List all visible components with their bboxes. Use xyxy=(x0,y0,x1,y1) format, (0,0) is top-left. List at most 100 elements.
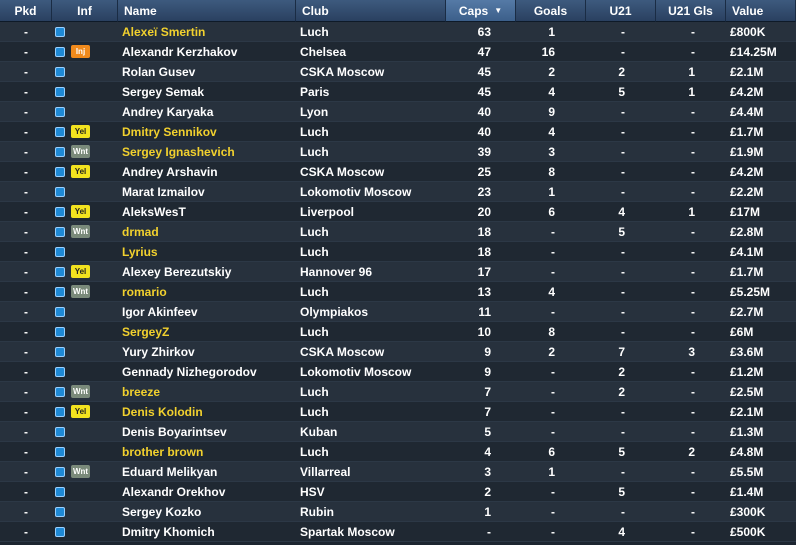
pkd-cell: - xyxy=(0,522,52,542)
table-row[interactable]: - Sergey Semak Paris 45 4 5 1 £4.2M xyxy=(0,82,796,102)
column-header-caps[interactable]: Caps ▼ xyxy=(446,0,516,22)
caps-value: 1 xyxy=(446,502,516,522)
status-badge: Yel xyxy=(71,405,90,418)
table-row[interactable]: - brother brown Luch 4 6 5 2 £4.8M xyxy=(0,442,796,462)
player-info-icon[interactable] xyxy=(55,387,65,397)
u21-goals-value: - xyxy=(656,102,726,122)
player-info-icon[interactable] xyxy=(55,267,65,277)
table-row[interactable]: - Eduard Melikyan Villarreal 3 1- - £5.5M Wnt xyxy=(0,462,796,482)
u21-caps-value: - xyxy=(586,122,656,142)
column-header-name[interactable]: Name xyxy=(118,0,296,22)
table-row[interactable]: - Alexey Berezutskiy Hannover 96 17- - - £1.7M… xyxy=(0,262,796,282)
player-info-icon[interactable] xyxy=(55,227,65,237)
column-header-goals[interactable]: Goals xyxy=(516,0,586,22)
table-row[interactable]: - Dmitry Khomich Spartak Moscow - -4- £500K xyxy=(0,522,796,542)
column-header-u21-gls[interactable]: U21 Gls xyxy=(656,0,726,22)
u21-caps-value: - xyxy=(586,282,656,302)
u21-caps-value: - xyxy=(586,462,656,482)
table-row[interactable]: - Marat Izmailov Lokomotiv Moscow 23 1- - £2.2… xyxy=(0,182,796,202)
player-info-icon[interactable] xyxy=(55,527,65,537)
u21-caps-value: 7 xyxy=(586,342,656,362)
u21-caps-value: - xyxy=(586,502,656,522)
player-value: £1.4M xyxy=(726,482,796,502)
table-row[interactable]: - Lyrius Luch 18- - - £4.1M xyxy=(0,242,796,262)
table-row[interactable]: - romario Luch 13 4- - £5.25M Wnt xyxy=(0,282,796,302)
column-header-pkd[interactable]: Pkd xyxy=(0,0,52,22)
u21-caps-value: 5 xyxy=(586,442,656,462)
player-info-icon[interactable] xyxy=(55,287,65,297)
table-row[interactable]: - Gennady Nizhegorodov Lokomotiv Moscow 9-2… xyxy=(0,362,796,382)
u21-caps-value: - xyxy=(586,22,656,42)
player-info-icon[interactable] xyxy=(55,27,65,37)
club-name: Luch xyxy=(296,22,446,42)
pkd-cell: - xyxy=(0,182,52,202)
table-row[interactable]: - Andrey Arshavin CSKA Moscow 25 8- - £4.2M Yel xyxy=(0,162,796,182)
table-row[interactable]: - Dmitry Sennikov Luch 40 4- - £1.7M Yel xyxy=(0,122,796,142)
table-row[interactable]: - Igor Akinfeev Olympiakos 11- - - £2.7M xyxy=(0,302,796,322)
player-info-icon[interactable] xyxy=(55,447,65,457)
club-name: CSKA Moscow xyxy=(296,342,446,362)
caps-value: 17 xyxy=(446,262,516,282)
caps-value: 13 xyxy=(446,282,516,302)
column-header-club[interactable]: Club xyxy=(296,0,446,22)
player-name: Dmitry Sennikov xyxy=(118,122,296,142)
player-info-icon[interactable] xyxy=(55,207,65,217)
player-info-icon[interactable] xyxy=(55,67,65,77)
status-badge: Wnt xyxy=(71,385,90,398)
player-info-icon[interactable] xyxy=(55,167,65,177)
table-row[interactable]: - Alexandr Orekhov HSV 2-5- £1.4M xyxy=(0,482,796,502)
player-info-icon[interactable] xyxy=(55,247,65,257)
column-header-value[interactable]: Value xyxy=(726,0,796,22)
table-row[interactable]: - Sergey Ignashevich Luch 39 3- - £1.9M Wnt xyxy=(0,142,796,162)
u21-goals-value: - xyxy=(656,122,726,142)
column-header-label: Name xyxy=(124,3,157,18)
table-row[interactable]: - drmad Luch 18-5- £2.8M Wnt xyxy=(0,222,796,242)
u21-goals-value: - xyxy=(656,222,726,242)
player-info-icon[interactable] xyxy=(55,187,65,197)
table-row[interactable]: - Denis Boyarintsev Kuban 5- - - £1.3M xyxy=(0,422,796,442)
player-info-icon[interactable] xyxy=(55,327,65,337)
table-row[interactable]: - Alexandr Kerzhakov Chelsea 47 16- - £14.25M I… xyxy=(0,42,796,62)
info-cell xyxy=(52,302,118,322)
info-cell: Wnt xyxy=(52,382,118,402)
u21-caps-value: 4 xyxy=(586,202,656,222)
pkd-cell: - xyxy=(0,102,52,122)
player-info-icon[interactable] xyxy=(55,307,65,317)
player-info-icon[interactable] xyxy=(55,407,65,417)
player-name: breeze xyxy=(118,382,296,402)
player-info-icon[interactable] xyxy=(55,367,65,377)
u21-goals-value: - xyxy=(656,402,726,422)
caps-value: 40 xyxy=(446,102,516,122)
table-row[interactable]: - Rolan Gusev CSKA Moscow 45 2 2 1 £2.1M xyxy=(0,62,796,82)
player-info-icon[interactable] xyxy=(55,467,65,477)
info-cell xyxy=(52,522,118,542)
table-row[interactable]: - Alexeï Smertin Luch 63 1- - £800K xyxy=(0,22,796,42)
club-name: Luch xyxy=(296,382,446,402)
club-name: CSKA Moscow xyxy=(296,162,446,182)
table-row[interactable]: - Yury Zhirkov CSKA Moscow 9 2 7 3 £3.6M xyxy=(0,342,796,362)
table-row[interactable]: - SergeyZ Luch 10 8- - £6M xyxy=(0,322,796,342)
table-row[interactable]: - breeze Luch 7-2- £2.5M Wnt xyxy=(0,382,796,402)
player-info-icon[interactable] xyxy=(55,427,65,437)
column-header-u21[interactable]: U21 xyxy=(586,0,656,22)
player-info-icon[interactable] xyxy=(55,487,65,497)
table-row[interactable]: - Denis Kolodin Luch 7- - - £2.1M Yel xyxy=(0,402,796,422)
player-info-icon[interactable] xyxy=(55,47,65,57)
table-row[interactable]: - AleksWesT Liverpool 20 6 4 1 £17M Yel xyxy=(0,202,796,222)
table-header: Pkd Inf Name Club Caps ▼ Goals U21 U21 Gl… xyxy=(0,0,796,22)
column-header-inf[interactable]: Inf xyxy=(52,0,118,22)
player-name: Marat Izmailov xyxy=(118,182,296,202)
player-value: £2.1M xyxy=(726,402,796,422)
player-info-icon[interactable] xyxy=(55,507,65,517)
player-info-icon[interactable] xyxy=(55,107,65,117)
player-value: £6M xyxy=(726,322,796,342)
pkd-cell: - xyxy=(0,302,52,322)
player-value: £5.25M xyxy=(726,282,796,302)
player-info-icon[interactable] xyxy=(55,127,65,137)
player-info-icon[interactable] xyxy=(55,87,65,97)
table-row[interactable]: - Sergey Kozko Rubin 1- - - £300K xyxy=(0,502,796,522)
player-info-icon[interactable] xyxy=(55,347,65,357)
pkd-cell: - xyxy=(0,202,52,222)
player-info-icon[interactable] xyxy=(55,147,65,157)
table-row[interactable]: - Andrey Karyaka Lyon 40 9- - £4.4M xyxy=(0,102,796,122)
